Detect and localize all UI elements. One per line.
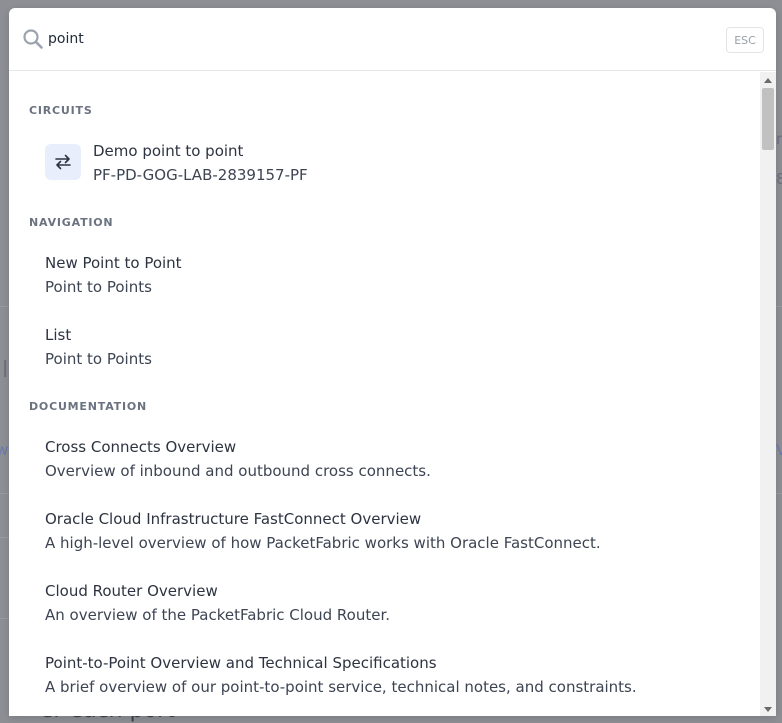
background-text: ll <box>0 358 9 383</box>
result-subtitle: Point to Points <box>45 278 152 296</box>
background-divider <box>0 493 9 494</box>
background-divider <box>776 493 782 494</box>
section-label-navigation: NAVIGATION <box>29 216 114 229</box>
search-bar: ESC <box>9 8 776 71</box>
background-divider <box>0 537 9 538</box>
result-title: Cloud Router Overview <box>45 582 218 600</box>
result-item-navigation[interactable]: List Point to Points <box>9 326 760 374</box>
result-item-documentation[interactable]: Cloud Router Overview An overview of the… <box>9 582 760 630</box>
search-input[interactable] <box>48 27 648 51</box>
result-title: Point-to-Point Overview and Technical Sp… <box>45 654 437 672</box>
result-title: Oracle Cloud Infrastructure FastConnect … <box>45 510 422 528</box>
results-scrollbar[interactable] <box>760 72 776 716</box>
search-icon <box>23 29 43 49</box>
result-subtitle: A high-level overview of how PacketFabri… <box>45 534 601 552</box>
result-item-circuit[interactable]: Demo point to point PF-PD-GOG-LAB-283915… <box>9 142 760 190</box>
result-item-navigation[interactable]: New Point to Point Point to Points <box>9 254 760 302</box>
result-title: Demo point to point <box>93 142 244 160</box>
section-label-documentation: DOCUMENTATION <box>29 400 148 413</box>
background-text: r <box>776 130 782 148</box>
search-dialog: ESC CIRCUITS Demo point to point PF-PD-G… <box>9 8 776 716</box>
scrollbar-thumb[interactable] <box>762 88 774 150</box>
search-results: CIRCUITS Demo point to point PF-PD-GOG-L… <box>9 72 760 716</box>
background-link: w <box>0 441 9 459</box>
result-title: Cross Connects Overview <box>45 438 237 456</box>
result-subtitle: A brief overview of our point-to-point s… <box>45 678 637 696</box>
result-subtitle: PF-PD-GOG-LAB-2839157-PF <box>93 166 308 184</box>
swap-arrows-icon <box>45 144 81 180</box>
background-divider <box>0 618 9 619</box>
result-item-documentation[interactable]: Oracle Cloud Infrastructure FastConnect … <box>9 510 760 558</box>
result-title: List <box>45 326 72 344</box>
background-divider <box>0 306 9 307</box>
result-item-documentation[interactable]: Point-to-Point Overview and Technical Sp… <box>9 654 760 702</box>
result-item-documentation[interactable]: Cross Connects Overview Overview of inbo… <box>9 438 760 486</box>
background-text: 8 <box>776 170 782 188</box>
background-divider <box>776 306 782 307</box>
scroll-up-arrow-icon[interactable] <box>764 78 772 83</box>
section-label-circuits: CIRCUITS <box>29 104 93 117</box>
scroll-down-arrow-icon[interactable] <box>764 707 772 712</box>
esc-button[interactable]: ESC <box>726 27 764 53</box>
result-subtitle: Overview of inbound and outbound cross c… <box>45 462 431 480</box>
result-title: New Point to Point <box>45 254 182 272</box>
result-subtitle: An overview of the PacketFabric Cloud Ro… <box>45 606 391 624</box>
background-link: V <box>776 441 782 459</box>
result-subtitle: Point to Points <box>45 350 152 368</box>
